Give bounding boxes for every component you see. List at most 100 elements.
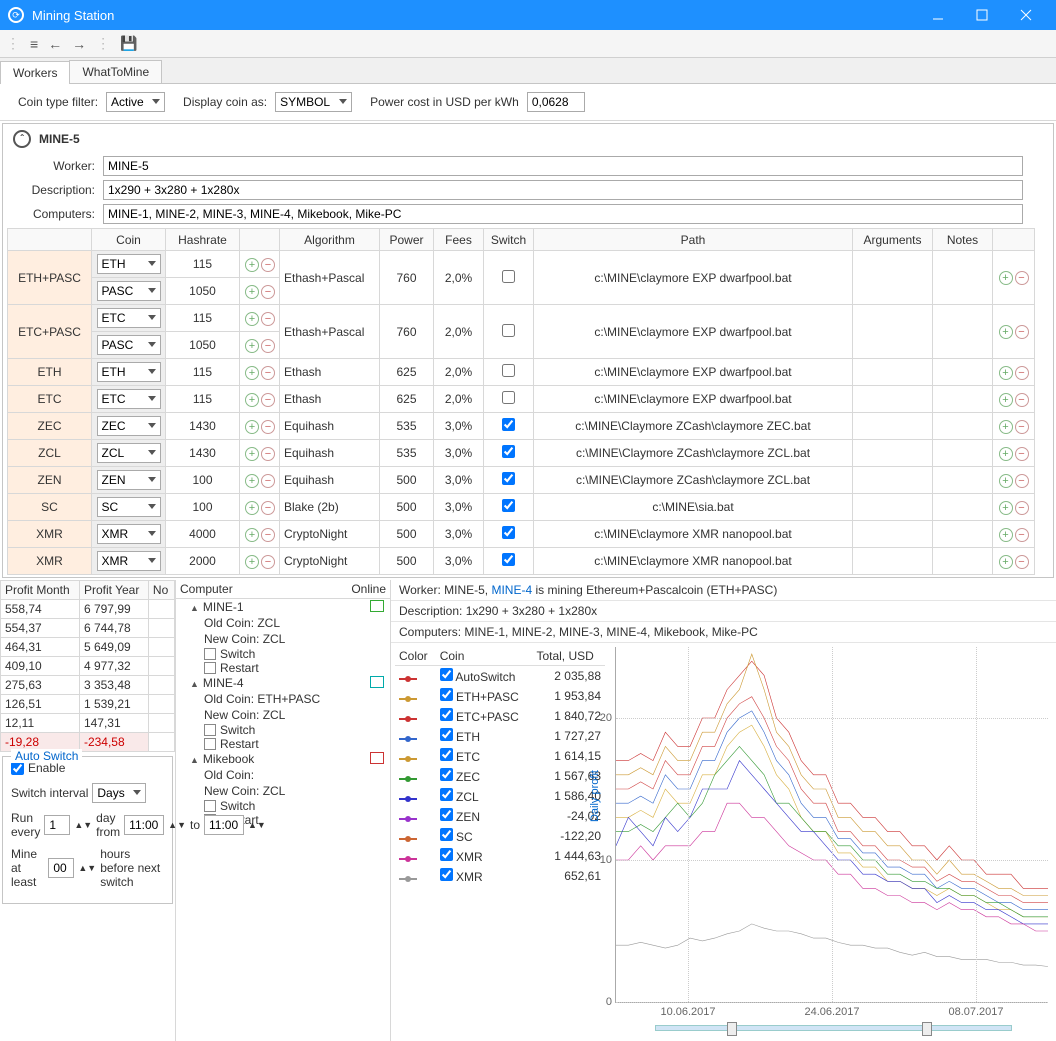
- mine4-link[interactable]: MINE-4: [491, 583, 532, 597]
- forward-icon[interactable]: →: [72, 36, 86, 52]
- switch-checkbox[interactable]: [502, 472, 515, 485]
- computer-node[interactable]: ▲Mikebook: [176, 751, 390, 767]
- remove-icon[interactable]: −: [261, 312, 275, 326]
- remove-icon[interactable]: −: [261, 393, 275, 407]
- switch-checkbox[interactable]: [502, 445, 515, 458]
- add-icon[interactable]: +: [245, 339, 259, 353]
- time-to-input[interactable]: [204, 815, 244, 835]
- coin-select[interactable]: ETC: [97, 308, 161, 328]
- coin-filter-select[interactable]: Active: [106, 92, 165, 112]
- remove-row-icon[interactable]: −: [1015, 271, 1029, 285]
- remove-icon[interactable]: −: [261, 474, 275, 488]
- switch-cb[interactable]: [204, 800, 216, 812]
- add-row-icon[interactable]: +: [999, 447, 1013, 461]
- close-button[interactable]: [1004, 0, 1048, 30]
- coin-visibility-checkbox[interactable]: [440, 808, 453, 821]
- coin-visibility-checkbox[interactable]: [440, 828, 453, 841]
- coin-visibility-checkbox[interactable]: [440, 688, 453, 701]
- coin-visibility-checkbox[interactable]: [440, 748, 453, 761]
- tab-workers[interactable]: Workers: [0, 61, 70, 84]
- switch-checkbox[interactable]: [502, 526, 515, 539]
- power-cost-input[interactable]: [527, 92, 585, 112]
- add-row-icon[interactable]: +: [999, 474, 1013, 488]
- add-icon[interactable]: +: [245, 393, 259, 407]
- add-icon[interactable]: +: [245, 474, 259, 488]
- coin-visibility-checkbox[interactable]: [440, 708, 453, 721]
- time-from-input[interactable]: [124, 815, 164, 835]
- switch-cb[interactable]: [204, 724, 216, 736]
- coin-select[interactable]: PASC: [97, 281, 161, 301]
- switch-checkbox[interactable]: [502, 270, 515, 283]
- coin-select[interactable]: PASC: [97, 335, 161, 355]
- add-icon[interactable]: +: [245, 258, 259, 272]
- remove-row-icon[interactable]: −: [1015, 447, 1029, 461]
- display-as-select[interactable]: SYMBOL: [275, 92, 352, 112]
- save-icon[interactable]: 💾: [120, 35, 137, 52]
- switch-checkbox[interactable]: [502, 418, 515, 431]
- add-row-icon[interactable]: +: [999, 528, 1013, 542]
- remove-icon[interactable]: −: [261, 501, 275, 515]
- computers-input[interactable]: [103, 204, 1023, 224]
- remove-icon[interactable]: −: [261, 528, 275, 542]
- coin-visibility-checkbox[interactable]: [440, 788, 453, 801]
- remove-row-icon[interactable]: −: [1015, 474, 1029, 488]
- remove-icon[interactable]: −: [261, 555, 275, 569]
- coin-visibility-checkbox[interactable]: [440, 868, 453, 881]
- switch-checkbox[interactable]: [502, 364, 515, 377]
- remove-row-icon[interactable]: −: [1015, 501, 1029, 515]
- add-row-icon[interactable]: +: [999, 501, 1013, 515]
- add-icon[interactable]: +: [245, 528, 259, 542]
- coin-select[interactable]: ETH: [97, 254, 161, 274]
- tab-whattomine[interactable]: WhatToMine: [69, 60, 162, 83]
- minimize-button[interactable]: [916, 0, 960, 30]
- interval-select[interactable]: Days: [92, 783, 146, 803]
- add-row-icon[interactable]: +: [999, 366, 1013, 380]
- remove-icon[interactable]: −: [261, 258, 275, 272]
- back-icon[interactable]: ←: [48, 36, 62, 52]
- restart-cb[interactable]: [204, 738, 216, 750]
- coin-visibility-checkbox[interactable]: [440, 668, 453, 681]
- worker-input[interactable]: [103, 156, 1023, 176]
- collapse-icon[interactable]: ˆ: [13, 130, 31, 148]
- coin-select[interactable]: ETC: [97, 389, 161, 409]
- restart-cb[interactable]: [204, 662, 216, 674]
- coin-select[interactable]: XMR: [97, 551, 161, 571]
- remove-icon[interactable]: −: [261, 447, 275, 461]
- add-row-icon[interactable]: +: [999, 420, 1013, 434]
- range-slider[interactable]: [655, 1025, 1012, 1031]
- add-icon[interactable]: +: [245, 366, 259, 380]
- coin-visibility-checkbox[interactable]: [440, 728, 453, 741]
- switch-checkbox[interactable]: [502, 391, 515, 404]
- maximize-button[interactable]: [960, 0, 1004, 30]
- switch-checkbox[interactable]: [502, 324, 515, 337]
- coin-select[interactable]: SC: [97, 497, 161, 517]
- add-row-icon[interactable]: +: [999, 555, 1013, 569]
- add-icon[interactable]: +: [245, 501, 259, 515]
- add-icon[interactable]: +: [245, 447, 259, 461]
- add-row-icon[interactable]: +: [999, 271, 1013, 285]
- remove-row-icon[interactable]: −: [1015, 420, 1029, 434]
- add-row-icon[interactable]: +: [999, 325, 1013, 339]
- coin-visibility-checkbox[interactable]: [440, 768, 453, 781]
- remove-icon[interactable]: −: [261, 285, 275, 299]
- mine-hours-input[interactable]: [48, 858, 74, 878]
- coin-select[interactable]: ZEC: [97, 416, 161, 436]
- coin-select[interactable]: XMR: [97, 524, 161, 544]
- switch-cb[interactable]: [204, 648, 216, 660]
- switch-checkbox[interactable]: [502, 499, 515, 512]
- add-row-icon[interactable]: +: [999, 393, 1013, 407]
- add-icon[interactable]: +: [245, 285, 259, 299]
- description-input[interactable]: [103, 180, 1023, 200]
- remove-row-icon[interactable]: −: [1015, 528, 1029, 542]
- menu-icon[interactable]: ≡: [30, 36, 38, 52]
- remove-icon[interactable]: −: [261, 420, 275, 434]
- remove-row-icon[interactable]: −: [1015, 393, 1029, 407]
- run-every-input[interactable]: [44, 815, 70, 835]
- remove-icon[interactable]: −: [261, 366, 275, 380]
- coin-select[interactable]: ETH: [97, 362, 161, 382]
- coin-select[interactable]: ZEN: [97, 470, 161, 490]
- enable-checkbox[interactable]: [11, 762, 24, 775]
- add-icon[interactable]: +: [245, 420, 259, 434]
- remove-row-icon[interactable]: −: [1015, 366, 1029, 380]
- coin-select[interactable]: ZCL: [97, 443, 161, 463]
